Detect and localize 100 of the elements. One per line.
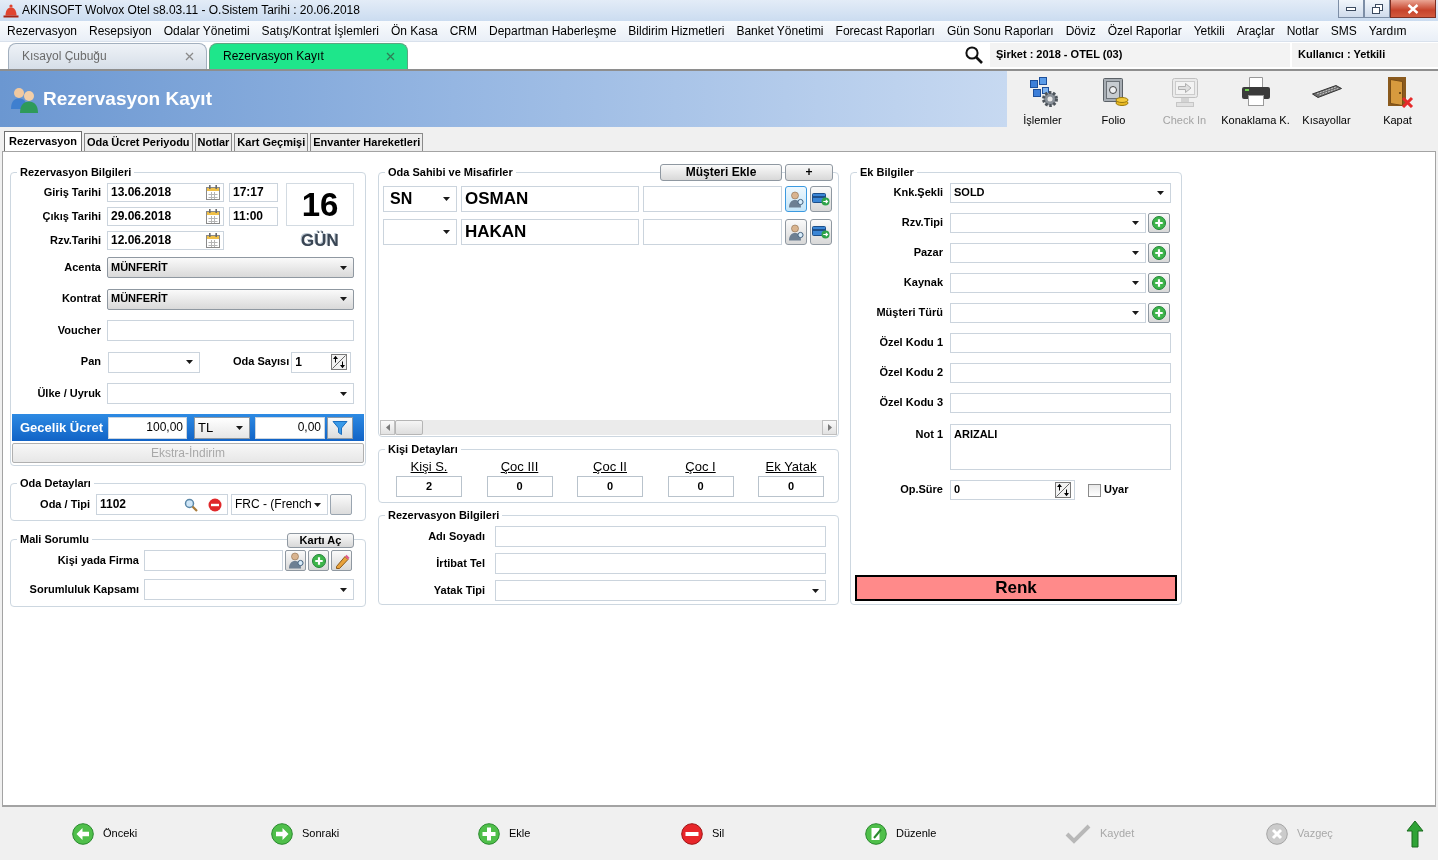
- close-button[interactable]: [1390, 0, 1436, 18]
- scrollbar-track[interactable]: [380, 420, 837, 435]
- count-header-link[interactable]: Kişi S.: [410, 459, 448, 474]
- dropdown-field[interactable]: MÜNFERİT: [107, 257, 354, 278]
- text-field[interactable]: [950, 393, 1171, 413]
- dropdown-field[interactable]: [950, 243, 1146, 263]
- menu-item[interactable]: Ön Kasa: [384, 23, 444, 39]
- dropdown-field[interactable]: [108, 351, 200, 373]
- time-field[interactable]: 17:17: [229, 183, 278, 202]
- guest-card-button[interactable]: [810, 219, 832, 245]
- document-tab[interactable]: Rezervasyon Kayıt: [209, 43, 408, 69]
- edit-button[interactable]: [331, 550, 352, 571]
- menu-item[interactable]: Yetkili: [1187, 23, 1231, 39]
- toolbar-button[interactable]: Folio: [1078, 71, 1149, 127]
- toolbar-button[interactable]: Kapat: [1362, 71, 1433, 127]
- add-button[interactable]: [1148, 303, 1170, 323]
- menu-item[interactable]: Departman Haberleşme: [482, 23, 623, 39]
- dropdown-field[interactable]: [950, 303, 1146, 323]
- name-field[interactable]: HAKAN: [461, 219, 639, 245]
- menu-item[interactable]: Özel Raporlar: [1101, 23, 1188, 39]
- currency-dropdown[interactable]: TL: [194, 416, 250, 439]
- text-field[interactable]: [950, 363, 1171, 383]
- close-icon[interactable]: [386, 52, 395, 61]
- nav-button[interactable]: Düzenle: [865, 822, 937, 845]
- text-field[interactable]: [495, 553, 826, 574]
- dropdown-field[interactable]: [495, 580, 826, 601]
- menu-item[interactable]: Satış/Kontrat İşlemleri: [255, 23, 385, 39]
- name-field[interactable]: OSMAN: [461, 186, 639, 212]
- menu-item[interactable]: Resepsiyon: [83, 23, 158, 39]
- count-header-link[interactable]: Ek Yatak: [765, 459, 817, 474]
- amount-field[interactable]: 100,00: [108, 416, 187, 439]
- checkbox[interactable]: [1088, 483, 1101, 497]
- count-field[interactable]: 2: [396, 476, 462, 497]
- form-tab[interactable]: Rezervasyon: [4, 131, 82, 151]
- menu-item[interactable]: Odalar Yönetimi: [157, 23, 256, 39]
- nav-button[interactable]: Ekle: [478, 822, 531, 845]
- find-guest-button[interactable]: [785, 186, 807, 212]
- stop-icon[interactable]: [208, 497, 222, 512]
- number-field[interactable]: 0: [950, 480, 1075, 500]
- close-icon[interactable]: [185, 52, 194, 61]
- calendar-icon[interactable]: [206, 209, 220, 224]
- menu-item[interactable]: Gün Sonu Raporları: [940, 23, 1060, 39]
- find-guest-button[interactable]: [785, 219, 807, 245]
- count-field[interactable]: 0: [667, 476, 734, 497]
- scrollbar-thumb[interactable]: [395, 420, 423, 435]
- dropdown-field[interactable]: [950, 273, 1146, 293]
- spinner-icon[interactable]: [331, 354, 348, 370]
- room-number-field[interactable]: 1102: [96, 494, 228, 515]
- document-tab[interactable]: Kısayol Çubuğu: [8, 43, 207, 69]
- room-type-dropdown[interactable]: FRC - (French: [231, 494, 328, 515]
- scroll-right-button[interactable]: [822, 420, 837, 435]
- date-field[interactable]: 13.06.2018: [107, 183, 224, 202]
- dropdown-field[interactable]: MÜNFERİT: [107, 288, 354, 310]
- nav-button[interactable]: Sil: [681, 822, 725, 845]
- menu-item[interactable]: Bildirim Hizmetleri: [622, 23, 731, 39]
- dropdown-field[interactable]: [107, 383, 354, 404]
- discount-field[interactable]: 0,00: [255, 416, 325, 439]
- note-field[interactable]: ARIZALI: [950, 424, 1171, 470]
- text-field[interactable]: [495, 526, 826, 547]
- add-customer-button[interactable]: Müşteri Ekle: [660, 164, 782, 181]
- calendar-icon[interactable]: [206, 233, 220, 248]
- select-person-button[interactable]: [285, 550, 306, 571]
- scroll-left-button[interactable]: [380, 420, 395, 435]
- spinner-icon[interactable]: [1055, 482, 1071, 498]
- toolbar-button[interactable]: İşlemler: [1007, 71, 1078, 127]
- count-header-link[interactable]: Çoc II: [593, 459, 627, 474]
- menu-item[interactable]: Araçlar: [1230, 23, 1281, 39]
- number-field[interactable]: 1: [291, 351, 352, 373]
- menu-item[interactable]: Forecast Raporları: [829, 23, 941, 39]
- text-field[interactable]: [144, 550, 283, 571]
- nav-button[interactable]: Önceki: [72, 822, 138, 845]
- salutation-dropdown[interactable]: SN: [383, 186, 457, 212]
- menu-item[interactable]: Banket Yönetimi: [730, 23, 830, 39]
- scroll-up-button[interactable]: [1406, 819, 1424, 848]
- form-tab[interactable]: Notlar: [194, 133, 233, 151]
- add-button[interactable]: [1148, 243, 1170, 263]
- maximize-button[interactable]: [1364, 0, 1390, 18]
- text-field[interactable]: [950, 333, 1171, 353]
- text-field[interactable]: [643, 186, 782, 212]
- form-tab[interactable]: Oda Ücret Periyodu: [83, 133, 193, 151]
- count-field[interactable]: 0: [758, 476, 824, 497]
- filter-button[interactable]: [327, 416, 353, 439]
- count-header-link[interactable]: Çoc I: [685, 459, 716, 474]
- count-field[interactable]: 0: [486, 476, 553, 497]
- dropdown-field[interactable]: [950, 213, 1146, 233]
- search-icon[interactable]: [965, 46, 983, 64]
- menu-item[interactable]: Notlar: [1280, 23, 1325, 39]
- text-field[interactable]: [107, 320, 354, 341]
- minimize-button[interactable]: [1338, 0, 1364, 18]
- date-field[interactable]: 29.06.2018: [107, 207, 224, 226]
- toolbar-button[interactable]: Konaklama K.: [1220, 71, 1291, 127]
- menu-item[interactable]: Rezervasyon: [0, 23, 84, 39]
- form-tab[interactable]: Envanter Hareketleri: [310, 133, 424, 151]
- toolbar-button[interactable]: Kısayollar: [1291, 71, 1362, 127]
- open-card-button[interactable]: Kartı Aç: [287, 533, 354, 548]
- date-field[interactable]: 12.06.2018: [107, 231, 224, 250]
- add-button[interactable]: [308, 550, 329, 571]
- nav-button[interactable]: Sonraki: [271, 822, 340, 845]
- plus-button[interactable]: +: [785, 164, 833, 181]
- dropdown-field[interactable]: SOLD: [950, 183, 1171, 203]
